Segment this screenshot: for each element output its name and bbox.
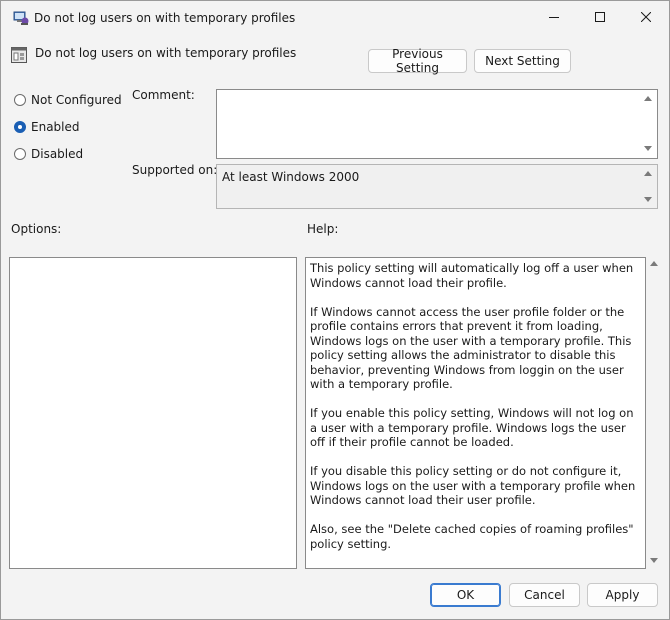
help-panel[interactable]: This policy setting will automatically l… xyxy=(305,257,646,569)
help-paragraph: If you enable this policy setting, Windo… xyxy=(310,406,634,449)
radio-label: Enabled xyxy=(31,120,80,134)
close-button[interactable] xyxy=(623,1,669,35)
radio-not-configured[interactable]: Not Configured xyxy=(14,93,122,107)
policy-setting-icon xyxy=(11,47,27,63)
radio-enabled[interactable]: Enabled xyxy=(14,120,80,134)
minimize-icon xyxy=(549,11,559,25)
scroll-down-icon[interactable] xyxy=(644,146,652,151)
maximize-button[interactable] xyxy=(577,1,623,35)
next-setting-button[interactable]: Next Setting xyxy=(474,49,571,73)
comment-label: Comment: xyxy=(132,88,195,102)
help-paragraph: If you disable this policy setting or do… xyxy=(310,464,636,507)
ok-button[interactable]: OK xyxy=(430,583,501,607)
help-paragraph: Also, see the "Delete cached copies of r… xyxy=(310,522,634,551)
scroll-up-icon[interactable] xyxy=(644,96,652,101)
title-bar[interactable]: Do not log users on with temporary profi… xyxy=(1,1,669,35)
close-icon xyxy=(640,11,652,25)
comment-textarea[interactable] xyxy=(216,89,658,159)
help-label: Help: xyxy=(307,222,339,236)
options-panel[interactable] xyxy=(9,257,297,569)
supported-on-label: Supported on: xyxy=(132,163,218,177)
scroll-up-icon[interactable] xyxy=(644,171,652,176)
help-text: This policy setting will automatically l… xyxy=(310,261,642,566)
setting-title: Do not log users on with temporary profi… xyxy=(35,46,297,60)
supported-on-field: At least Windows 2000 xyxy=(216,164,658,209)
window-title: Do not log users on with temporary profi… xyxy=(34,11,296,25)
radio-button[interactable] xyxy=(14,121,26,133)
cancel-button[interactable]: Cancel xyxy=(509,583,580,607)
maximize-icon xyxy=(595,11,605,25)
group-policy-icon xyxy=(13,10,29,26)
options-label: Options: xyxy=(11,222,62,236)
apply-button[interactable]: Apply xyxy=(587,583,658,607)
radio-label: Disabled xyxy=(31,147,84,161)
help-paragraph: If Windows cannot access the user profil… xyxy=(310,304,632,392)
radio-button[interactable] xyxy=(14,148,26,160)
policy-dialog: Do not log users on with temporary profi… xyxy=(0,0,670,620)
radio-button[interactable] xyxy=(14,94,26,106)
previous-setting-button[interactable]: Previous Setting xyxy=(368,47,467,75)
help-scroll-up-icon[interactable] xyxy=(650,261,658,266)
help-scroll-down-icon[interactable] xyxy=(650,558,658,563)
radio-label: Not Configured xyxy=(31,93,122,107)
minimize-button[interactable] xyxy=(531,1,577,35)
radio-disabled[interactable]: Disabled xyxy=(14,147,83,161)
supported-on-value: At least Windows 2000 xyxy=(222,170,360,184)
help-paragraph: This policy setting will automatically l… xyxy=(310,261,634,290)
scroll-down-icon[interactable] xyxy=(644,197,652,202)
